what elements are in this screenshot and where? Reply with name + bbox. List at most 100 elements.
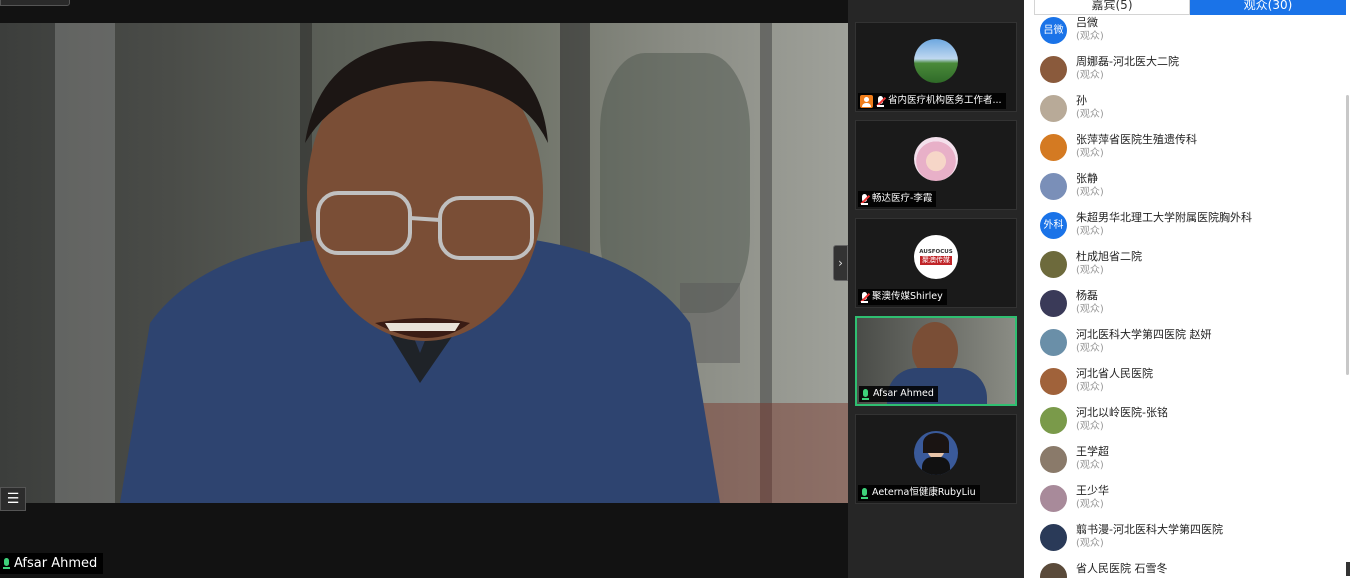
thumbnail-tile[interactable]: Aeterna恒健康RubyLiu (855, 414, 1017, 504)
mic-muted-icon (876, 95, 886, 107)
attendee-row[interactable]: 河北医科大学第四医院 赵妍 (观众) (1040, 328, 1212, 367)
avatar (1040, 563, 1067, 578)
attendee-role: (观众) (1076, 421, 1104, 432)
panel-scrollbar[interactable] (1346, 95, 1349, 375)
tab-audience[interactable]: 观众(30) (1190, 0, 1346, 15)
avatar (1040, 290, 1067, 317)
thumbnail-tile[interactable]: AUSFOCUS 聚澳传媒 聚澳传媒Shirley (855, 218, 1017, 308)
attendee-name: 河北省人民医院 (1076, 367, 1153, 380)
scrollbar-end[interactable] (1346, 562, 1350, 576)
attendee-row[interactable]: 孙 (观众) (1040, 94, 1104, 133)
thumbnail-label: Afsar Ahmed (859, 386, 938, 402)
attendee-row[interactable]: 翦书漫-河北医科大学第四医院 (观众) (1040, 523, 1223, 562)
avatar (1040, 485, 1067, 512)
attendee-row[interactable]: 河北以岭医院-张铭 (观众) (1040, 406, 1168, 445)
mic-muted-icon (860, 291, 870, 303)
mic-muted-icon (860, 193, 870, 205)
ausfocus-logo-avatar: AUSFOCUS 聚澳传媒 (914, 235, 958, 279)
thumbnail-name: 省内医疗机构医务工作者... (888, 95, 1002, 106)
attendee-role: (观众) (1076, 343, 1104, 354)
mic-active-icon (860, 487, 869, 499)
attendee-role: (观众) (1076, 109, 1104, 120)
attendee-role: (观众) (1076, 265, 1104, 276)
attendee-row[interactable]: 省人民医院 石雪冬 (1040, 562, 1168, 578)
attendee-name: 河北医科大学第四医院 赵妍 (1076, 328, 1212, 341)
attendee-role: (观众) (1076, 226, 1104, 237)
avatar (1040, 524, 1067, 551)
avatar (1040, 56, 1067, 83)
attendee-name: 王学超 (1076, 445, 1109, 458)
tab-guests[interactable]: 嘉宾(5) (1034, 0, 1190, 15)
anime-avatar (914, 137, 958, 181)
attendee-name: 杨磊 (1076, 289, 1098, 302)
thumbnail-label: Aeterna恒健康RubyLiu (858, 485, 980, 501)
main-speaker-name: Afsar Ahmed (14, 556, 98, 571)
attendee-row[interactable]: 王学超 (观众) (1040, 445, 1109, 484)
top-toolbar-button[interactable] (0, 0, 70, 6)
attendee-role: (观众) (1076, 70, 1104, 81)
attendee-name: 省人民医院 石雪冬 (1076, 562, 1168, 575)
mic-active-icon (861, 388, 870, 400)
attendee-name: 孙 (1076, 94, 1087, 107)
attendee-name: 张静 (1076, 172, 1098, 185)
thumbnail-name: Aeterna恒健康RubyLiu (872, 487, 976, 498)
attendee-row[interactable]: 杜成旭省二院 (观众) (1040, 250, 1142, 289)
avatar (1040, 251, 1067, 278)
thumbnail-tile[interactable]: 省内医疗机构医务工作者... (855, 22, 1017, 112)
attendee-row[interactable]: 河北省人民医院 (观众) (1040, 367, 1153, 406)
main-video-area: ☰ Afsar Ahmed › (0, 0, 848, 578)
thumbnail-name: 畅达医疗-李霞 (872, 193, 933, 204)
attendee-row[interactable]: 杨磊 (观众) (1040, 289, 1104, 328)
attendee-role: (观众) (1076, 148, 1104, 159)
thumbnail-name: Afsar Ahmed (873, 388, 934, 399)
attendee-row[interactable]: 王少华 (观众) (1040, 484, 1109, 523)
avatar (1040, 134, 1067, 161)
attendee-row[interactable]: 张静 (观众) (1040, 172, 1104, 211)
attendee-role: (观众) (1076, 187, 1104, 198)
attendee-row[interactable]: 吕微 吕微 (观众) (1040, 16, 1104, 55)
avatar: 外科 (1040, 212, 1067, 239)
attendee-name: 王少华 (1076, 484, 1109, 497)
attendee-role: (观众) (1076, 31, 1104, 42)
attendee-name: 杜成旭省二院 (1076, 250, 1142, 263)
chevron-right-icon[interactable]: › (833, 245, 848, 281)
attendee-role: (观众) (1076, 304, 1104, 315)
avatar (1040, 95, 1067, 122)
avatar: 吕微 (1040, 17, 1067, 44)
avatar (1040, 368, 1067, 395)
attendee-name: 吕微 (1076, 16, 1098, 29)
thumbnail-tile-active[interactable]: Afsar Ahmed (855, 316, 1017, 406)
avatar (1040, 407, 1067, 434)
attendee-name: 张萍萍省医院生殖遗传科 (1076, 133, 1197, 146)
avatar (1040, 446, 1067, 473)
attendee-role: (观众) (1076, 460, 1104, 471)
woman-avatar (914, 431, 958, 475)
attendee-row[interactable]: 周娜磊-河北医大二院 (观众) (1040, 55, 1179, 94)
attendee-role: (观众) (1076, 499, 1104, 510)
participants-panel: 嘉宾(5) 观众(30) 吕微 吕微 (观众) 周娜磊-河北医大二院 (观众) 孙 (观众)… (1024, 0, 1350, 578)
thumbnail-label: 畅达医疗-李霞 (858, 191, 937, 207)
list-icon[interactable]: ☰ (0, 487, 26, 511)
participant-tabs: 嘉宾(5) 观众(30) (1034, 0, 1346, 15)
mic-active-icon (2, 558, 11, 569)
attendee-row[interactable]: 外科 朱超男华北理工大学附属医院胸外科 (观众) (1040, 211, 1252, 250)
attendee-role: (观众) (1076, 382, 1104, 393)
landscape-avatar (914, 39, 958, 83)
participant-thumbnails: 省内医疗机构医务工作者... 畅达医疗-李霞 AUSFOCUS 聚澳传媒 聚澳传… (848, 0, 1024, 578)
meeting-window: ☰ Afsar Ahmed › 省内医疗机构医务工作者... 畅达医疗-李霞 A… (0, 0, 1350, 578)
main-video-feed (0, 23, 848, 503)
thumbnail-label: 聚澳传媒Shirley (858, 289, 947, 305)
main-speaker-label: Afsar Ahmed (0, 553, 104, 574)
avatar (1040, 329, 1067, 356)
attendee-role: (观众) (1076, 538, 1104, 549)
thumbnail-label: 省内医疗机构医务工作者... (858, 93, 1006, 109)
attendee-name: 翦书漫-河北医科大学第四医院 (1076, 523, 1223, 536)
attendee-name: 周娜磊-河北医大二院 (1076, 55, 1179, 68)
attendee-row[interactable]: 张萍萍省医院生殖遗传科 (观众) (1040, 133, 1197, 172)
attendee-name: 朱超男华北理工大学附属医院胸外科 (1076, 211, 1252, 224)
avatar (1040, 173, 1067, 200)
thumbnail-tile[interactable]: 畅达医疗-李霞 (855, 120, 1017, 210)
host-icon (860, 94, 873, 108)
thumbnail-name: 聚澳传媒Shirley (872, 291, 943, 302)
attendee-name: 河北以岭医院-张铭 (1076, 406, 1168, 419)
